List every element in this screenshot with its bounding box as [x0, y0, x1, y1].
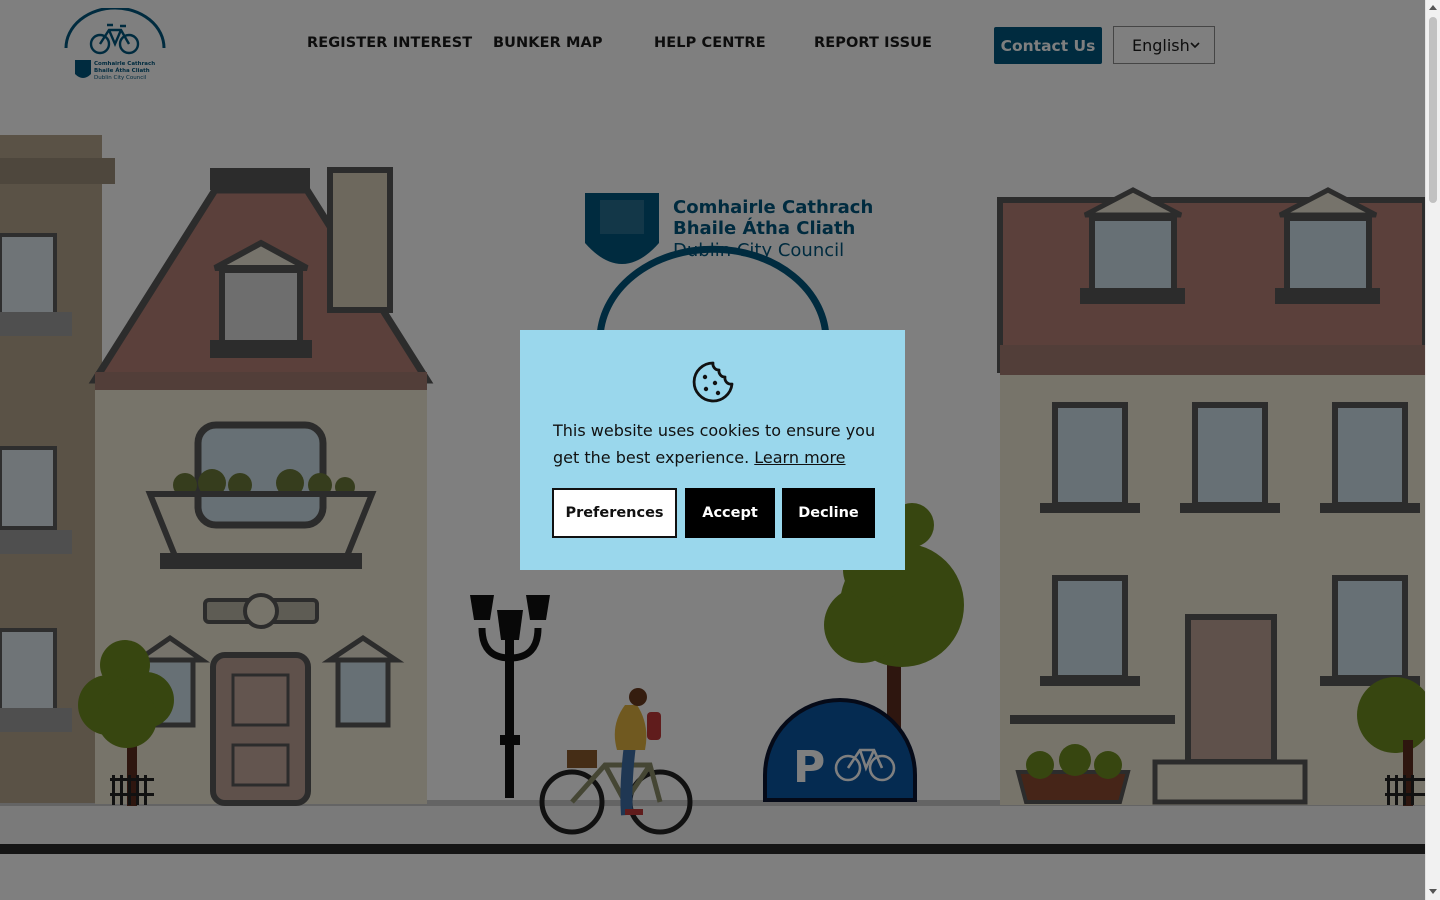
scroll-down-arrow-icon[interactable] [1429, 889, 1437, 894]
scroll-up-arrow-icon[interactable] [1429, 5, 1437, 10]
cookie-message: This website uses cookies to ensure you … [553, 417, 883, 471]
preferences-button[interactable]: Preferences [552, 488, 677, 538]
cookie-icon [692, 361, 734, 403]
decline-button[interactable]: Decline [782, 488, 875, 538]
learn-more-link[interactable]: Learn more [754, 448, 845, 467]
cookie-consent-dialog: This website uses cookies to ensure you … [520, 330, 905, 570]
page-scrollbar[interactable] [1425, 0, 1440, 900]
scrollbar-thumb[interactable] [1429, 17, 1437, 203]
accept-button[interactable]: Accept [685, 488, 775, 538]
